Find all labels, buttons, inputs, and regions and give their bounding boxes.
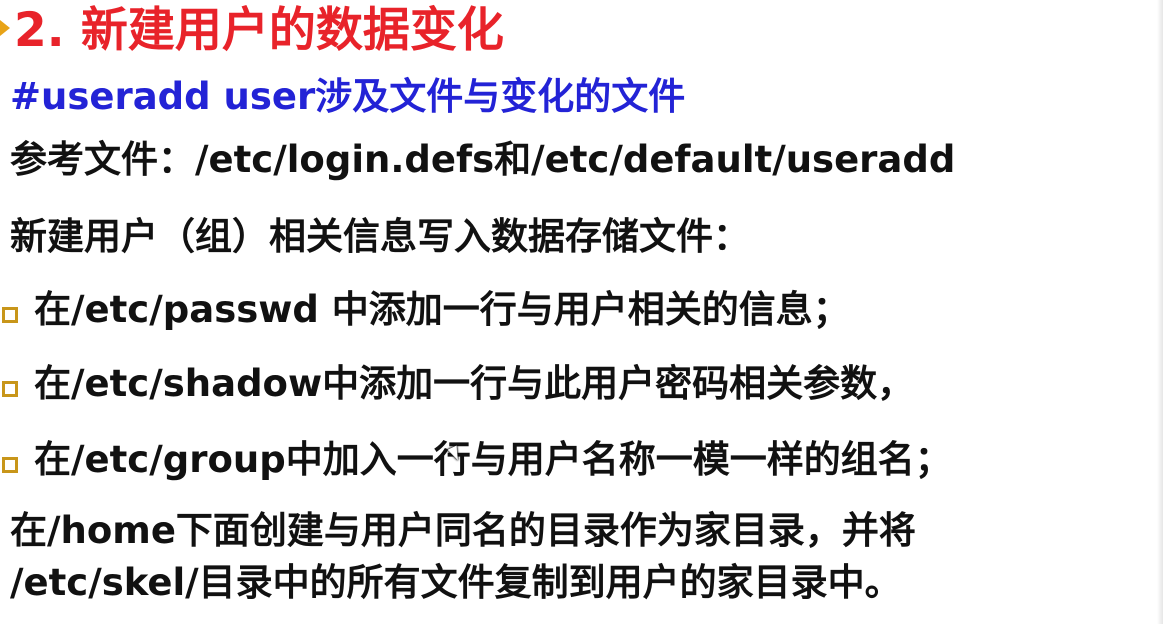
list-item-text: 在/etc/group中加入一行与用户名称一模一样的组名；	[34, 438, 952, 481]
slide-title: 2. 新建用户的数据变化	[14, 3, 504, 58]
info-line: 新建用户（组）相关信息写入数据存储文件：	[10, 215, 750, 258]
list-item-text: 在/etc/shadow中添加一行与此用户密码相关参数，	[34, 362, 915, 405]
square-bullet-icon	[2, 307, 18, 323]
window-edge	[1157, 0, 1163, 624]
square-bullet-icon	[2, 381, 18, 397]
home-directory-paragraph: 在/home下面创建与用户同名的目录作为家目录，并将 /etc/skel/目录中…	[10, 505, 916, 609]
list-item-text: 在/etc/passwd 中添加一行与用户相关的信息；	[34, 288, 850, 331]
slide: 2. 新建用户的数据变化 #useradd user涉及文件与变化的文件 参考文…	[0, 0, 1163, 624]
reference-line: 参考文件：/etc/login.defs和/etc/default/userad…	[10, 138, 956, 181]
paragraph-line-2: /etc/skel/目录中的所有文件复制到用户的家目录中。	[10, 561, 902, 604]
title-marker-icon	[0, 20, 10, 36]
paragraph-line-1: 在/home下面创建与用户同名的目录作为家目录，并将	[10, 509, 916, 552]
slide-subtitle: #useradd user涉及文件与变化的文件	[10, 75, 686, 118]
square-bullet-icon	[2, 457, 18, 473]
